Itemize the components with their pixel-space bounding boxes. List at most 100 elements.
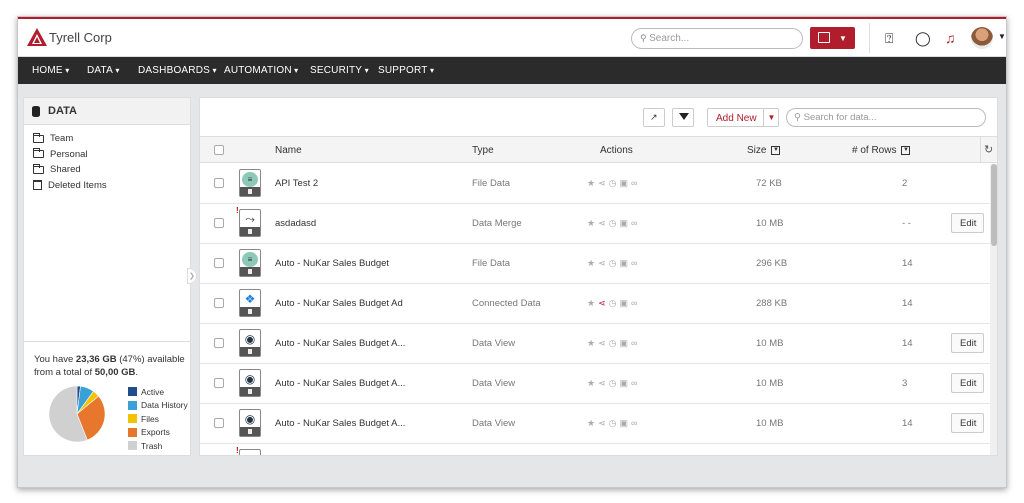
legend-item: Data History: [128, 399, 188, 413]
share-icon[interactable]: ⋖: [598, 418, 609, 428]
link-icon[interactable]: ∞: [631, 378, 640, 388]
row-count: 14: [902, 418, 913, 429]
link-icon[interactable]: ∞: [631, 338, 640, 348]
sort-icon[interactable]: ▼: [771, 145, 781, 155]
nav-support[interactable]: SUPPORT: [378, 65, 434, 76]
row-name[interactable]: Auto - NuKar Sales Budget Ad: [275, 298, 403, 309]
star-icon[interactable]: ★: [587, 218, 598, 228]
star-icon[interactable]: ★: [587, 378, 598, 388]
star-icon[interactable]: ★: [587, 178, 598, 188]
row-checkbox[interactable]: [214, 418, 224, 428]
add-new-button[interactable]: Add New ▼: [707, 108, 779, 127]
nav-dashboards[interactable]: DASHBOARDS: [138, 65, 217, 76]
chevron-down-icon[interactable]: ▼: [763, 109, 779, 126]
row-checkbox[interactable]: [214, 298, 224, 308]
edit-button[interactable]: Edit: [951, 213, 984, 233]
row-name[interactable]: Auto - NuKar Sales Budget A...: [275, 378, 405, 389]
row-name[interactable]: Auto - NuKar Sales Budget A...: [275, 338, 405, 349]
nav-data[interactable]: DATA: [87, 65, 120, 76]
help-icon[interactable]: ⍰: [885, 30, 893, 47]
lock-icon[interactable]: ▣: [619, 418, 631, 428]
tree-item-team[interactable]: Team: [24, 131, 190, 147]
user-avatar[interactable]: [971, 27, 993, 49]
table-row[interactable]: ◉ Auto - NuKar Sales Budget A... Data View…: [200, 404, 990, 444]
avatar-menu-chevron-icon[interactable]: ▼: [998, 32, 1006, 41]
tree-item-personal[interactable]: Personal: [24, 147, 190, 163]
star-icon[interactable]: ★: [587, 298, 598, 308]
lock-icon[interactable]: ▣: [619, 338, 631, 348]
table-row[interactable]: ⤳! asdadasd Data Merge ★⋖◷▣∞ 10 MB - - Edit: [200, 204, 990, 244]
schedule-icon[interactable]: ◷: [609, 218, 620, 228]
table-row[interactable]: ≡ Auto - NuKar Sales Budget File Data ★⋖◷▣∞…: [200, 244, 990, 284]
open-external-button[interactable]: ↗: [643, 108, 665, 127]
row-type: Data Merge: [472, 218, 522, 229]
select-all-checkbox[interactable]: [214, 145, 224, 155]
share-icon[interactable]: ⋖: [598, 298, 609, 308]
row-checkbox[interactable]: [214, 338, 224, 348]
row-name[interactable]: Auto - NuKar Sales Budget A...: [275, 418, 405, 429]
star-icon[interactable]: ★: [587, 418, 598, 428]
edit-button[interactable]: Edit: [951, 373, 984, 393]
row-checkbox[interactable]: [214, 258, 224, 268]
lock-icon[interactable]: ▣: [619, 258, 631, 268]
star-icon[interactable]: ★: [587, 258, 598, 268]
link-icon[interactable]: ∞: [631, 418, 640, 428]
global-search-input[interactable]: ⚲ Search...: [631, 28, 803, 49]
schedule-icon[interactable]: ◷: [609, 298, 620, 308]
brand-logo[interactable]: Tyrell Corp: [27, 28, 112, 46]
row-size: 10 MB: [756, 418, 784, 429]
link-icon[interactable]: ∞: [631, 258, 640, 268]
chat-icon[interactable]: ◯: [915, 30, 931, 47]
refresh-icon[interactable]: ↻: [984, 143, 993, 156]
nav-home[interactable]: HOME: [32, 65, 69, 76]
row-name[interactable]: asdadasd: [275, 218, 316, 229]
row-checkbox[interactable]: [214, 178, 224, 188]
dashboard-chart-button[interactable]: ▼: [810, 27, 855, 49]
row-checkbox[interactable]: [214, 378, 224, 388]
link-icon[interactable]: ∞: [631, 218, 640, 228]
edit-button[interactable]: Edit: [951, 333, 984, 353]
link-icon[interactable]: ∞: [631, 298, 640, 308]
table-scrollbar[interactable]: [990, 164, 997, 455]
header-rows[interactable]: # of Rows ▼: [852, 145, 911, 156]
tree-item-deleted[interactable]: Deleted Items: [24, 178, 190, 194]
tree-item-shared[interactable]: Shared: [24, 162, 190, 178]
filter-button[interactable]: [672, 108, 694, 127]
row-actions: ★⋖◷▣∞: [587, 218, 640, 229]
row-checkbox[interactable]: [214, 218, 224, 228]
row-name[interactable]: API Test 2: [275, 178, 318, 189]
table-row[interactable]: ◉ Auto - NuKar Sales Budget A... Data View…: [200, 324, 990, 364]
header-name[interactable]: Name: [275, 145, 302, 156]
sort-icon[interactable]: ▼: [901, 145, 911, 155]
notification-bell-icon[interactable]: ♫: [945, 30, 956, 46]
lock-icon[interactable]: ▣: [619, 218, 631, 228]
schedule-icon[interactable]: ◷: [609, 338, 620, 348]
link-icon[interactable]: ∞: [631, 178, 640, 188]
share-icon[interactable]: ⋖: [598, 178, 609, 188]
star-icon[interactable]: ★: [587, 338, 598, 348]
schedule-icon[interactable]: ◷: [609, 418, 620, 428]
lock-icon[interactable]: ▣: [619, 298, 631, 308]
table-row[interactable]: ◉ Auto - NuKar Sales Budget A... Data View…: [200, 364, 990, 404]
schedule-icon[interactable]: ◷: [609, 378, 620, 388]
header-size[interactable]: Size ▼: [747, 145, 781, 156]
share-icon[interactable]: ⋖: [598, 338, 609, 348]
lock-icon[interactable]: ▣: [619, 378, 631, 388]
scrollbar-thumb[interactable]: [991, 164, 997, 246]
sidebar-collapse-handle[interactable]: ❯: [187, 268, 197, 284]
data-search-input[interactable]: ⚲ Search for data...: [786, 108, 986, 127]
nav-security[interactable]: SECURITY: [310, 65, 369, 76]
schedule-icon[interactable]: ◷: [609, 178, 620, 188]
share-icon[interactable]: ⋖: [598, 258, 609, 268]
row-name[interactable]: Auto - NuKar Sales Budget: [275, 258, 389, 269]
share-icon[interactable]: ⋖: [598, 378, 609, 388]
header-type[interactable]: Type: [472, 145, 494, 156]
table-row[interactable]: ⤳!: [200, 444, 990, 455]
edit-button[interactable]: Edit: [951, 413, 984, 433]
table-row[interactable]: ≡ API Test 2 File Data ★⋖◷▣∞ 72 KB 2: [200, 164, 990, 204]
lock-icon[interactable]: ▣: [619, 178, 631, 188]
nav-automation[interactable]: AUTOMATION: [224, 65, 298, 76]
share-icon[interactable]: ⋖: [598, 218, 609, 228]
schedule-icon[interactable]: ◷: [609, 258, 620, 268]
table-row[interactable]: ❖ Auto - NuKar Sales Budget Ad Connected D…: [200, 284, 990, 324]
